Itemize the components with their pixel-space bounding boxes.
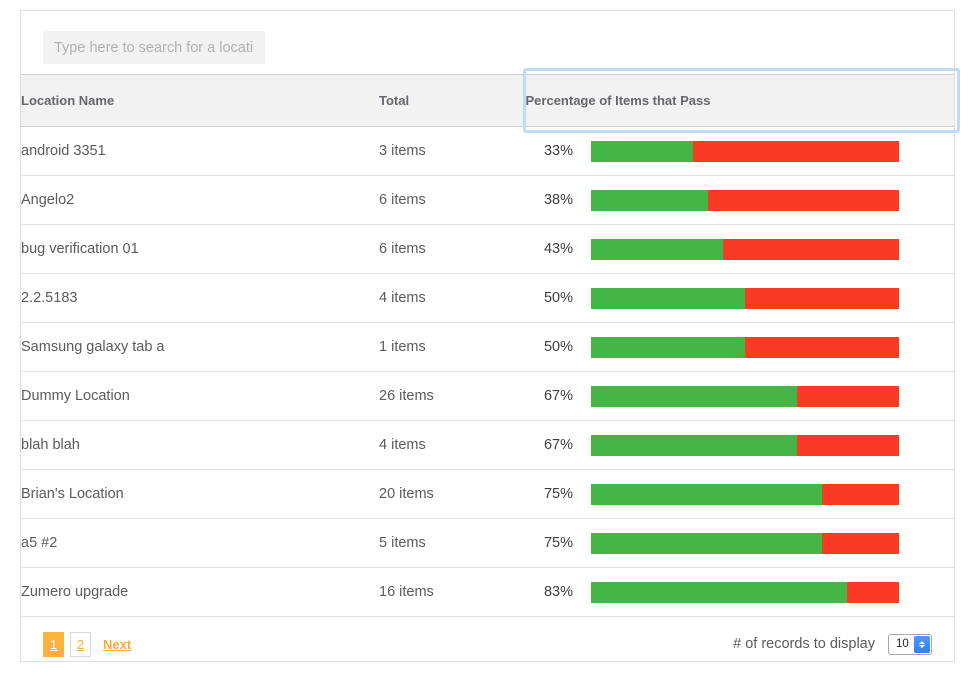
search-input[interactable] [43,31,265,64]
locations-table: Location Name Total Percentage of Items … [21,68,960,617]
table-row[interactable]: Dummy Location 26 items 67% [21,371,954,421]
page-link-1[interactable]: 1 [43,631,64,657]
next-page-link[interactable]: Next [101,632,133,657]
pass-fail-bar [591,189,899,211]
cell-location-name: Brian's Location [21,469,379,519]
pass-bar-fill [591,140,693,162]
pass-bar-fill [591,581,847,603]
table-header: Location Name Total Percentage of Items … [21,68,960,133]
percentage-label: 75% [543,486,573,502]
cell-total: 26 items [379,371,525,421]
pass-fail-bar [591,483,899,505]
percentage-label: 33% [543,143,573,159]
percentage-label: 50% [543,290,573,306]
cell-percentage: 67% [525,371,954,421]
pass-bar-fill [591,287,745,309]
pass-bar-fill [591,189,709,211]
table-row[interactable]: Zumero upgrade 16 items 83% [21,567,954,617]
cell-percentage: 43% [525,224,954,274]
pass-fail-bar [591,238,899,260]
cell-total: 5 items [379,518,525,568]
pass-fail-bar [591,532,899,554]
table-row[interactable]: blah blah 4 items 67% [21,420,954,470]
pass-bar-fill [591,483,822,505]
table-footer: 1 2 Next # of records to display 10 [21,617,954,671]
cell-total: 3 items [379,126,525,176]
pass-bar-fill [591,532,822,554]
percentage-label: 38% [543,192,573,208]
pass-bar-fill [591,434,798,456]
cell-percentage: 50% [525,273,954,323]
percentage-label: 43% [543,241,573,257]
column-header-percentage-label: Percentage of Items that Pass [525,93,711,108]
table-row[interactable]: Angelo2 6 items 38% [21,175,954,225]
cell-total: 20 items [379,469,525,519]
page-link-2[interactable]: 2 [70,631,91,657]
pagination: 1 2 Next [43,631,133,657]
column-header-percentage[interactable]: Percentage of Items that Pass [522,68,960,133]
pass-fail-bar [591,581,899,603]
records-select[interactable]: 10 [888,633,932,655]
table-row[interactable]: a5 #2 5 items 75% [21,518,954,568]
chevron-up-icon [919,640,925,644]
percentage-label: 67% [543,388,573,404]
cell-total: 4 items [379,420,525,470]
percentage-label: 75% [543,535,573,551]
pass-bar-fill [591,385,798,407]
records-label: # of records to display [733,636,875,652]
cell-percentage: 67% [525,420,954,470]
pass-fail-bar [591,140,899,162]
cell-percentage: 33% [525,126,954,176]
cell-location-name: android 3351 [21,126,379,176]
cell-location-name: Angelo2 [21,175,379,225]
cell-total: 6 items [379,224,525,274]
pass-bar-fill [591,238,724,260]
pass-fail-bar [591,287,899,309]
cell-location-name: a5 #2 [21,518,379,568]
cell-percentage: 83% [525,567,954,617]
pass-bar-fill [591,336,745,358]
table-row[interactable]: 2.2.5183 4 items 50% [21,273,954,323]
cell-percentage: 50% [525,322,954,372]
table-row[interactable]: bug verification 01 6 items 43% [21,224,954,274]
chevron-down-icon [919,644,925,648]
cell-location-name: Zumero upgrade [21,567,379,617]
records-select-value: 10 [896,638,909,650]
cell-location-name: Samsung galaxy tab a [21,322,379,372]
percentage-label: 50% [543,339,573,355]
pass-fail-bar [591,434,899,456]
cell-location-name: bug verification 01 [21,224,379,274]
column-header-location-name[interactable]: Location Name [21,74,379,127]
column-header-total[interactable]: Total [379,74,525,127]
stepper-icon[interactable] [914,635,930,653]
cell-total: 4 items [379,273,525,323]
locations-card: Location Name Total Percentage of Items … [20,10,960,662]
pass-fail-bar [591,336,899,358]
percentage-label: 83% [543,584,573,600]
table-body: android 3351 3 items 33% Angelo2 6 items 38% b… [21,126,954,617]
cell-percentage: 75% [525,518,954,568]
cell-location-name: blah blah [21,420,379,470]
table-row[interactable]: android 3351 3 items 33% [21,126,954,176]
records-per-page: # of records to display 10 [733,633,932,655]
table-row[interactable]: Samsung galaxy tab a1 items 50% [21,322,954,372]
cell-location-name: Dummy Location [21,371,379,421]
percentage-label: 67% [543,437,573,453]
table-row[interactable]: Brian's Location 20 items 75% [21,469,954,519]
cell-total: 1 items [379,322,525,372]
cell-percentage: 38% [525,175,954,225]
cell-location-name: 2.2.5183 [21,273,379,323]
cell-total: 16 items [379,567,525,617]
cell-total: 6 items [379,175,525,225]
table-header-row: Location Name Total Percentage of Items … [21,68,960,133]
pass-fail-bar [591,385,899,407]
search-bar [21,11,954,74]
cell-percentage: 75% [525,469,954,519]
